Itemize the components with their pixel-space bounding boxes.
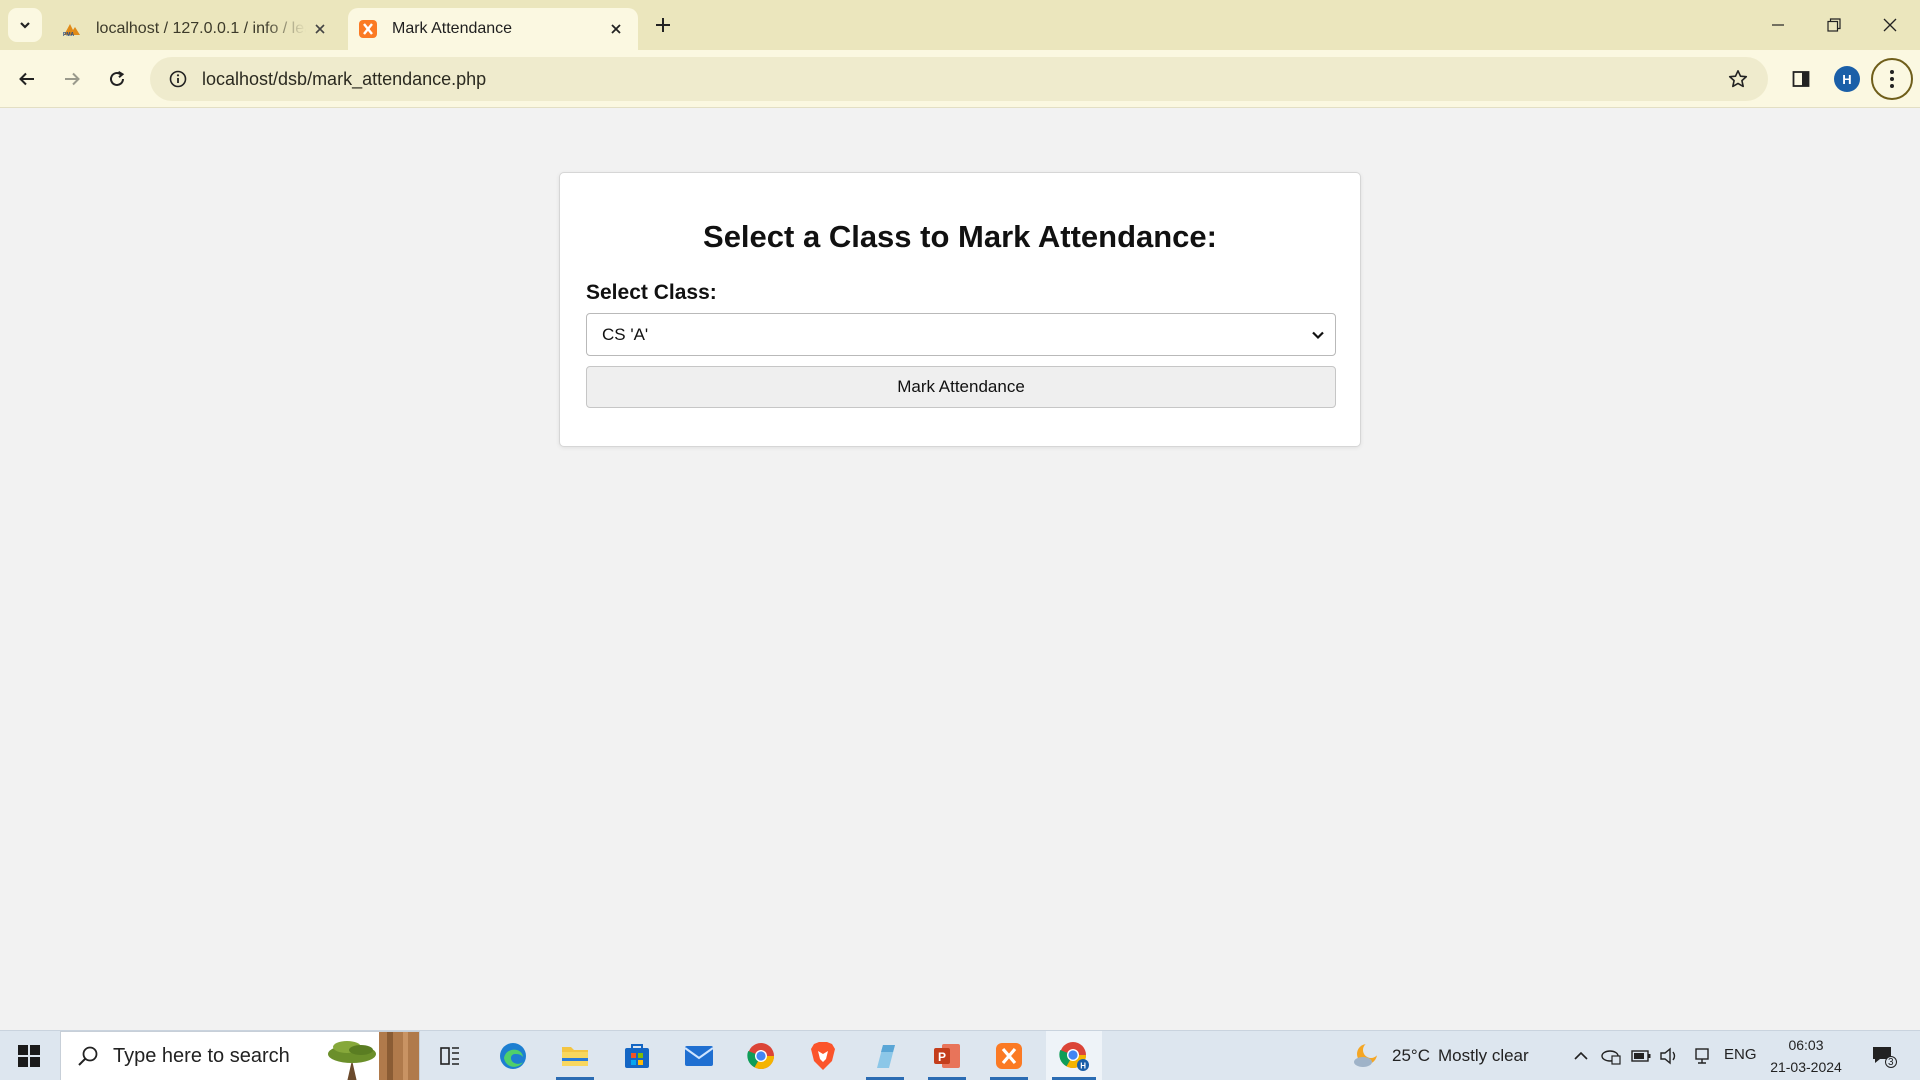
task-view-button[interactable]	[428, 1031, 472, 1080]
start-button[interactable]	[0, 1031, 58, 1080]
monitor-network-icon	[1695, 1048, 1709, 1064]
new-tab-button[interactable]	[648, 10, 678, 40]
xampp-icon	[996, 1043, 1022, 1069]
plus-icon	[656, 18, 670, 32]
chevron-down-icon	[1312, 331, 1324, 340]
close-icon	[1883, 18, 1897, 32]
notification-count: 3	[1888, 1057, 1894, 1068]
moon-cloud-icon	[1354, 1042, 1379, 1067]
chrome-app[interactable]	[736, 1031, 786, 1080]
restore-icon	[1827, 18, 1841, 32]
mark-attendance-button[interactable]: Mark Attendance	[586, 366, 1336, 408]
select-class-label: Select Class:	[586, 281, 717, 304]
taskbar: Type here to search P H 25°C Mostly clea…	[0, 1030, 1920, 1080]
battery-icon	[1631, 1050, 1651, 1062]
tab-title: localhost / 127.0.0.1 / info / leave	[96, 20, 306, 37]
profile-avatar[interactable]: H	[1834, 66, 1860, 92]
store-icon	[625, 1044, 649, 1068]
powerpoint-icon: P	[934, 1044, 960, 1068]
close-tab-icon[interactable]	[306, 15, 334, 43]
notepad-app[interactable]	[860, 1031, 910, 1080]
mail-icon	[684, 1046, 714, 1066]
powerpoint-app[interactable]: P	[922, 1031, 972, 1080]
browser-toolbar: localhost/dsb/mark_attendance.php H	[0, 50, 1920, 108]
phpmyadmin-icon: PMA	[62, 19, 82, 39]
chrome-profile-icon: H	[1059, 1042, 1089, 1071]
search-placeholder: Type here to search	[113, 1044, 290, 1067]
xampp-app[interactable]	[984, 1031, 1034, 1080]
address-bar[interactable]: localhost/dsb/mark_attendance.php	[150, 57, 1768, 101]
xampp-icon	[358, 19, 378, 39]
site-info-icon[interactable]	[156, 57, 200, 101]
side-panel-button[interactable]	[1783, 61, 1819, 97]
side-panel-icon	[1792, 71, 1810, 87]
chrome-icon	[747, 1043, 775, 1070]
restore-button[interactable]	[1806, 0, 1862, 50]
folder-icon	[562, 1047, 588, 1066]
svg-text:P: P	[938, 1050, 946, 1064]
attendance-form-card: Select a Class to Mark Attendance: Selec…	[559, 172, 1361, 447]
tab-mark-attendance[interactable]: Mark Attendance	[348, 8, 638, 50]
reload-button[interactable]	[99, 61, 135, 97]
file-explorer-app[interactable]	[550, 1031, 600, 1080]
clock-time: 06:03	[1788, 1037, 1824, 1053]
weather-temp: 25°C	[1392, 1046, 1430, 1065]
svg-text:PMA: PMA	[63, 32, 75, 37]
arrow-left-icon	[19, 72, 34, 86]
speaker-icon	[1660, 1047, 1676, 1065]
show-hidden-icons-button[interactable]	[1568, 1031, 1594, 1080]
back-button[interactable]	[9, 61, 45, 97]
svg-text:H: H	[1080, 1062, 1086, 1071]
weather-text: Mostly clear	[1437, 1046, 1529, 1065]
network-cloud-icon	[1601, 1050, 1621, 1065]
reload-icon	[110, 70, 125, 86]
class-select-value: CS 'A'	[602, 324, 649, 344]
edge-app[interactable]	[488, 1031, 538, 1080]
mail-app[interactable]	[674, 1031, 724, 1080]
class-select[interactable]: CS 'A'	[586, 313, 1336, 356]
minimize-button[interactable]	[1750, 0, 1806, 50]
language-indicator[interactable]: ENG	[1724, 1046, 1757, 1063]
close-window-button[interactable]	[1862, 0, 1918, 50]
tab-strip: PMA localhost / 127.0.0.1 / info / leave…	[0, 0, 1920, 50]
edge-icon	[500, 1043, 526, 1069]
minimize-icon	[1772, 24, 1784, 26]
chevron-up-icon	[1574, 1051, 1588, 1060]
arrow-right-icon	[65, 72, 80, 86]
notifications-button[interactable]: 3	[1862, 1031, 1906, 1080]
browser-menu-button[interactable]	[1871, 58, 1913, 100]
task-view-icon	[440, 1047, 459, 1065]
battery-button[interactable]	[1628, 1031, 1654, 1080]
ethernet-button[interactable]	[1690, 1031, 1716, 1080]
weather-widget[interactable]: 25°C Mostly clear	[1352, 1031, 1542, 1080]
onedrive-button[interactable]	[1598, 1031, 1624, 1080]
search-icon	[78, 1046, 98, 1066]
more-vertical-icon	[1890, 70, 1894, 88]
forward-button[interactable]	[54, 61, 90, 97]
notepad-icon	[877, 1045, 895, 1068]
close-tab-icon[interactable]	[602, 15, 630, 43]
chevron-down-icon	[20, 22, 30, 29]
clock-date: 21-03-2024	[1770, 1059, 1842, 1075]
bookmark-star-icon[interactable]	[1718, 59, 1758, 99]
windows-logo-icon	[18, 1045, 40, 1067]
clock[interactable]: 06:03 21-03-2024	[1766, 1034, 1846, 1078]
tab-phpmyadmin[interactable]: PMA localhost / 127.0.0.1 / info / leave	[52, 8, 342, 50]
volume-button[interactable]	[1656, 1031, 1682, 1080]
url-text[interactable]: localhost/dsb/mark_attendance.php	[202, 69, 1718, 90]
taskbar-search-box[interactable]: Type here to search	[60, 1031, 420, 1080]
microsoft-store-app[interactable]	[612, 1031, 662, 1080]
tab-search-button[interactable]	[8, 8, 42, 42]
brave-icon	[811, 1042, 835, 1070]
brave-app[interactable]	[798, 1031, 848, 1080]
chrome-profile-app[interactable]: H	[1046, 1031, 1102, 1080]
tab-title: Mark Attendance	[392, 20, 513, 37]
tree-illustration-icon	[328, 1032, 419, 1080]
page-title: Select a Class to Mark Attendance:	[703, 219, 1217, 254]
